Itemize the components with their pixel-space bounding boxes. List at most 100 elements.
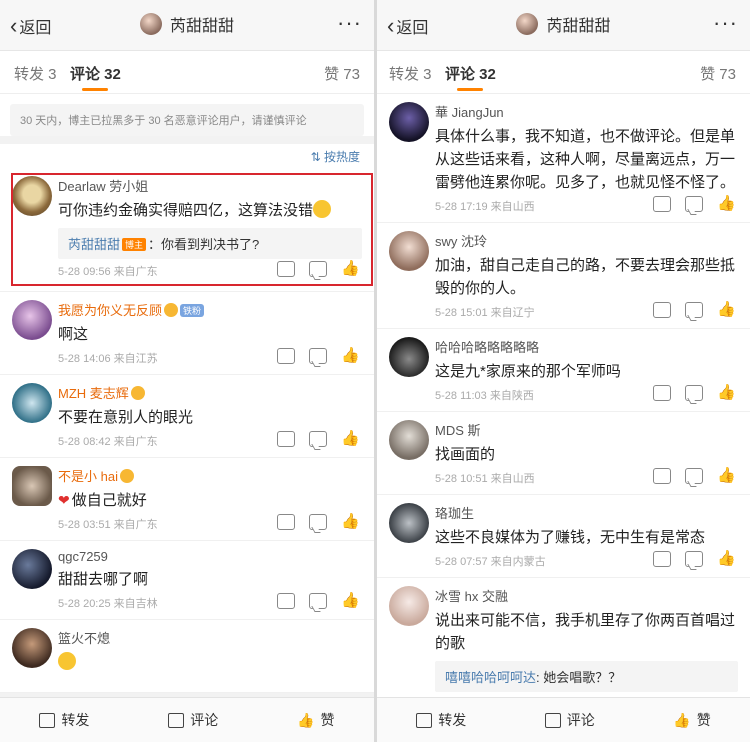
comment-author[interactable]: Dearlaw 劳小姐 xyxy=(58,176,362,195)
like-button[interactable]: 👍 赞 xyxy=(673,710,710,730)
comment-author[interactable]: 哈哈哈略略略略略 xyxy=(435,337,738,356)
comment-author[interactable]: 華 JiangJun xyxy=(435,102,738,121)
fan-badge: 铁粉 xyxy=(180,304,205,317)
comment-button[interactable]: 评论 xyxy=(544,710,595,730)
tabs: 转发 3 评论 32 赞 73 xyxy=(377,51,750,94)
share-icon[interactable] xyxy=(277,348,296,364)
comment-author[interactable]: 不是小 hai xyxy=(58,466,362,485)
more-icon[interactable]: ··· xyxy=(337,10,362,36)
avatar[interactable] xyxy=(139,13,162,35)
comment-text: 说出来可能不信，我手机里存了你两百首唱过的歌 xyxy=(435,612,736,652)
share-icon[interactable] xyxy=(653,468,672,484)
top-bar: ‹ 返回 芮甜甜甜 ··· xyxy=(377,0,750,51)
comment-icon[interactable] xyxy=(309,593,328,609)
tab-repost[interactable]: 转发 3 xyxy=(389,63,432,84)
share-icon[interactable] xyxy=(277,261,296,277)
comment-author[interactable]: 我愿为你义无反顾 铁粉 xyxy=(58,300,362,319)
tab-comments[interactable]: 评论 32 xyxy=(445,63,496,84)
comment-icon[interactable] xyxy=(309,348,328,364)
host-badge: 博主 xyxy=(122,238,147,251)
comment-list: Dearlaw 劳小姐 可你违约金确实得赔四亿，这算法没错 芮甜甜甜 博主 ：你看到… xyxy=(0,168,374,693)
avatar[interactable] xyxy=(12,176,52,216)
avatar[interactable] xyxy=(389,231,429,271)
share-icon[interactable] xyxy=(277,514,296,530)
like-icon[interactable]: 👍 xyxy=(717,385,736,401)
repost-button[interactable]: 转发 xyxy=(39,710,89,730)
tab-underline xyxy=(82,88,108,91)
reply-box[interactable]: 芮甜甜甜 博主 ：你看到判决书了? xyxy=(58,228,362,259)
share-icon[interactable] xyxy=(277,593,296,609)
comment-author[interactable]: MDS 斯 xyxy=(435,420,738,439)
comment-author[interactable]: qgc7259 xyxy=(58,549,362,564)
avatar[interactable] xyxy=(389,420,429,460)
comment-meta: 5-28 07:57 来自内蒙古 👍 xyxy=(435,551,738,571)
tabs: 转发 3 评论 32 赞 73 xyxy=(0,51,374,94)
share-icon[interactable] xyxy=(653,551,672,567)
like-icon[interactable]: 👍 xyxy=(717,302,736,318)
like-icon[interactable]: 👍 xyxy=(341,514,360,530)
like-icon[interactable]: 👍 xyxy=(341,348,360,364)
reply-box[interactable]: 嘻嘻哈哈呵呵达: 她会唱歌？？ xyxy=(435,661,738,692)
tab-likes[interactable]: 赞 73 xyxy=(324,63,360,84)
share-icon[interactable] xyxy=(277,431,296,447)
like-label: 赞 xyxy=(320,712,335,728)
comment-text: 这些不良媒体为了赚钱，无中生有是常态 xyxy=(435,529,706,546)
badge-icon xyxy=(130,386,145,400)
like-icon[interactable]: 👍 xyxy=(717,196,736,212)
avatar[interactable] xyxy=(12,549,52,589)
like-icon[interactable]: 👍 xyxy=(717,468,736,484)
comment-text: 这是九*家原来的那个军师吗 xyxy=(435,363,621,380)
comment-author[interactable]: 冰雪 hx 交融 xyxy=(435,586,738,605)
avatar[interactable] xyxy=(389,503,429,543)
sort-button[interactable]: ⇅ 按热度 xyxy=(311,148,360,165)
more-icon[interactable]: ··· xyxy=(713,10,738,36)
avatar[interactable] xyxy=(389,337,429,377)
reply-author[interactable]: 芮甜甜甜 xyxy=(68,237,120,252)
comment-icon[interactable] xyxy=(309,514,328,530)
notice-text: 30 天内，博主已拉黑多于 30 名恶意评论用户，请谨慎评论 xyxy=(10,104,364,136)
comment-text: 做自己就好 xyxy=(71,492,147,509)
share-icon xyxy=(39,712,56,728)
comment-author[interactable]: swy 沈玲 xyxy=(435,231,738,250)
avatar[interactable] xyxy=(389,102,429,142)
comment-icon[interactable] xyxy=(309,431,328,447)
avatar[interactable] xyxy=(12,466,52,506)
tab-repost[interactable]: 转发 3 xyxy=(14,63,57,84)
like-icon[interactable]: 👍 xyxy=(341,431,360,447)
comment-text: 甜甜去哪了啊 xyxy=(58,571,149,588)
like-icon[interactable]: 👍 xyxy=(717,551,736,567)
avatar[interactable] xyxy=(12,628,52,668)
like-button[interactable]: 👍 赞 xyxy=(297,710,334,730)
avatar[interactable] xyxy=(12,300,52,340)
share-icon[interactable] xyxy=(653,196,672,212)
comment-icon[interactable] xyxy=(685,468,704,484)
comment-meta: 5-28 10:51 来自山西 👍 xyxy=(435,468,738,488)
tab-likes[interactable]: 赞 73 xyxy=(700,63,736,84)
comment-author[interactable]: MZH 麦志辉 xyxy=(58,383,362,402)
comment-button[interactable]: 评论 xyxy=(168,710,218,730)
reply-author[interactable]: 嘻嘻哈哈呵呵达 xyxy=(445,670,536,685)
comment-author[interactable]: 珞珈生 xyxy=(435,503,738,522)
avatar[interactable] xyxy=(389,586,429,626)
avatar[interactable] xyxy=(12,383,52,423)
notice-wrap: 30 天内，博主已拉黑多于 30 名恶意评论用户，请谨慎评论 xyxy=(0,94,374,136)
comment-author[interactable]: 篮火不熄 xyxy=(58,628,362,647)
tab-comments[interactable]: 评论 32 xyxy=(70,63,121,84)
share-icon[interactable] xyxy=(653,385,672,401)
like-icon[interactable]: 👍 xyxy=(341,261,360,277)
comment-icon[interactable] xyxy=(685,551,704,567)
comment-icon[interactable] xyxy=(685,302,704,318)
comment-time: 5-28 17:19 来自山西 xyxy=(435,201,535,213)
share-icon xyxy=(416,712,433,728)
like-icon[interactable]: 👍 xyxy=(341,593,360,609)
comment-meta: 5-28 14:06 来自江苏 👍 xyxy=(58,348,362,368)
comment-icon[interactable] xyxy=(309,261,328,277)
comment-icon[interactable] xyxy=(685,196,704,212)
comment-meta: 5-28 09:56 来自广东 👍 xyxy=(58,261,362,281)
comment-time: 5-28 08:42 来自广东 xyxy=(58,436,158,448)
repost-button[interactable]: 转发 xyxy=(416,710,466,730)
avatar[interactable] xyxy=(516,13,539,35)
share-icon[interactable] xyxy=(653,302,672,318)
comment-time: 5-28 14:06 来自江苏 xyxy=(58,353,158,365)
comment-icon[interactable] xyxy=(685,385,704,401)
